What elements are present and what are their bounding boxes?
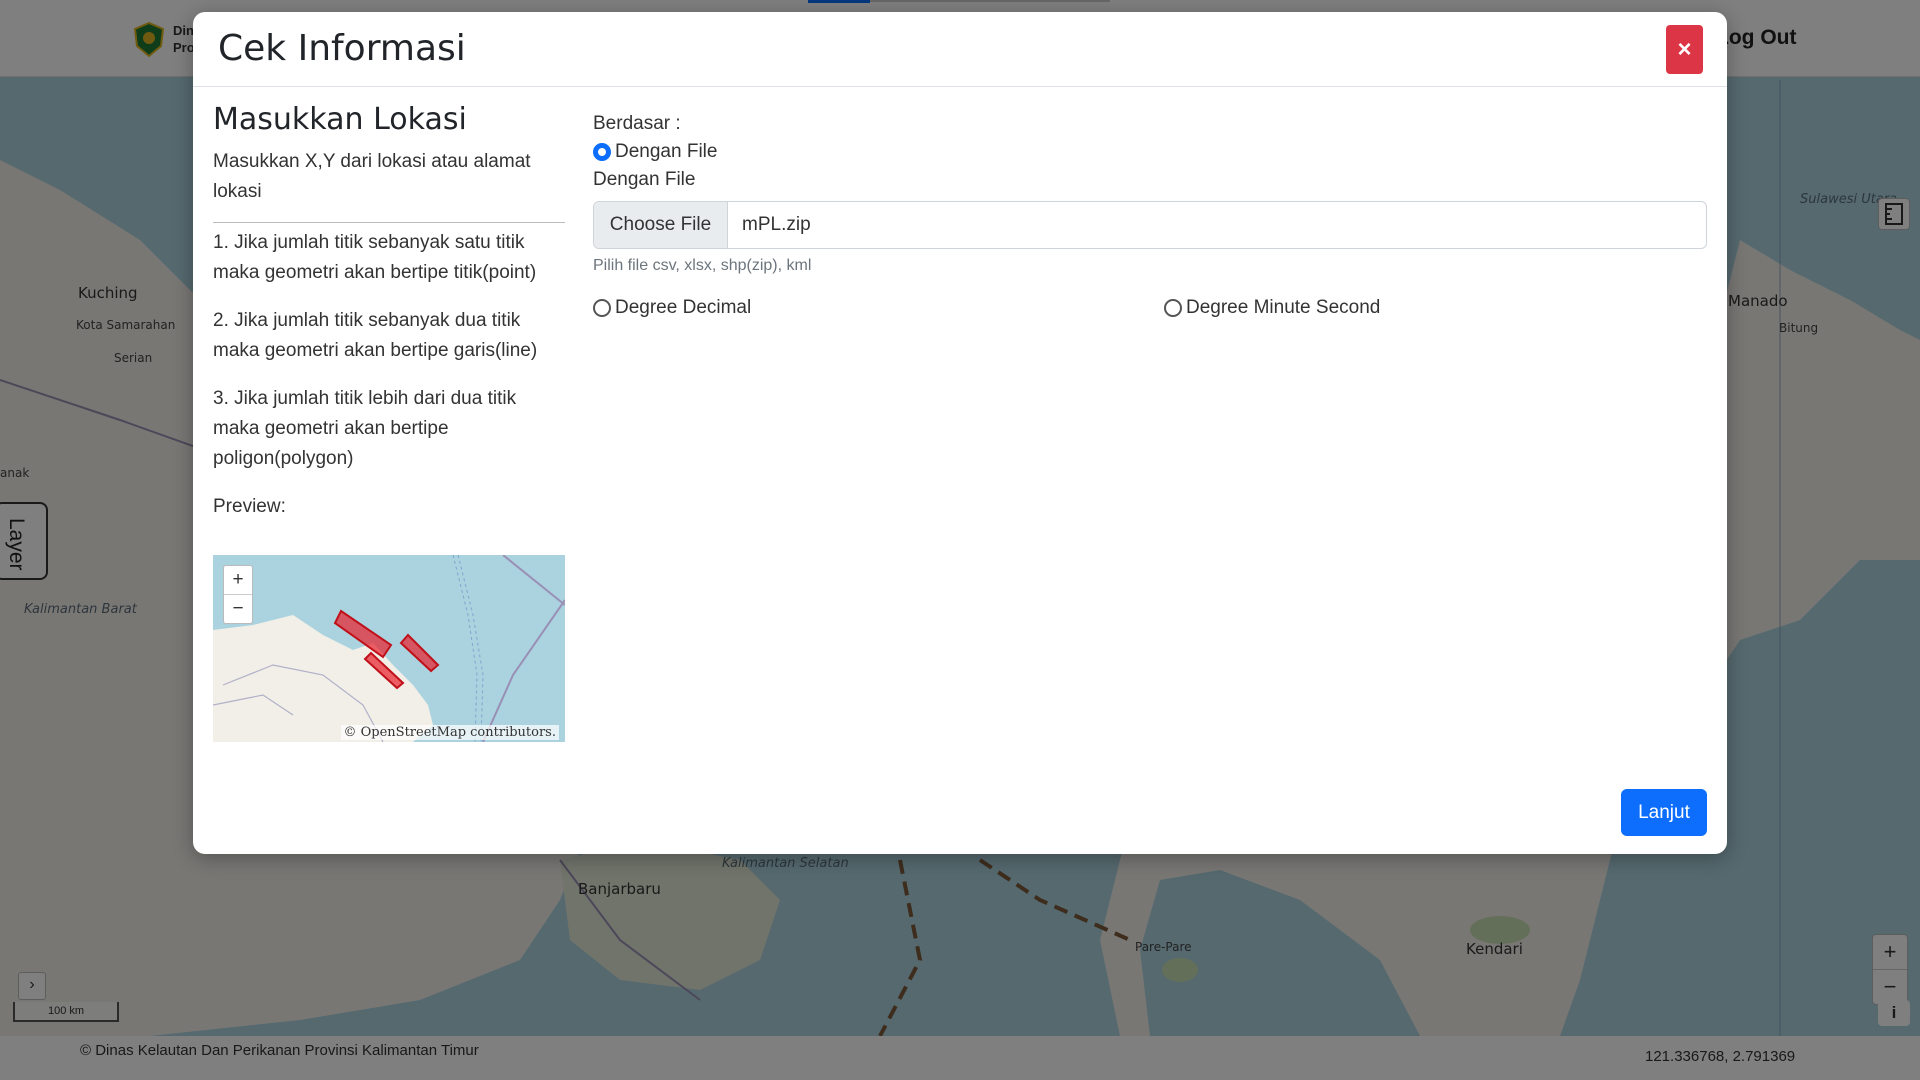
preview-attribution[interactable]: © OpenStreetMap contributors. bbox=[340, 725, 559, 740]
preview-zoom-out-button[interactable]: − bbox=[224, 595, 252, 623]
choose-file-button[interactable]: Choose File bbox=[594, 202, 728, 248]
radio-option-file[interactable]: Dengan File bbox=[593, 137, 1705, 167]
location-heading: Masukkan Lokasi bbox=[213, 102, 467, 137]
preview-map[interactable]: + − © OpenStreetMap contributors. bbox=[213, 555, 565, 742]
preview-zoom-in-button[interactable]: + bbox=[224, 566, 252, 595]
preview-map-canvas[interactable] bbox=[213, 555, 565, 742]
radio-dms-label[interactable]: Degree Minute Second bbox=[1186, 293, 1380, 323]
modal-header: Cek Informasi × bbox=[193, 12, 1727, 87]
rule-line: 2. Jika jumlah titik sebanyak dua titik … bbox=[213, 310, 538, 361]
location-instructions: Masukkan Lokasi Masukkan X,Y dari lokasi… bbox=[213, 102, 565, 522]
radio-decimal-icon[interactable] bbox=[593, 299, 611, 317]
preview-zoom-control: + − bbox=[223, 565, 253, 624]
lanjut-button[interactable]: Lanjut bbox=[1621, 789, 1707, 836]
radio-option-degree-minute-second[interactable]: Degree Minute Second bbox=[1164, 293, 1380, 323]
file-help-text: Pilih file csv, xlsx, shp(zip), kml bbox=[593, 257, 812, 274]
close-button[interactable]: × bbox=[1666, 25, 1703, 74]
preview-label: Preview: bbox=[213, 496, 286, 517]
modal-title: Cek Informasi bbox=[218, 28, 466, 69]
rule-polygon: 3. Jika jumlah titik lebih dari dua titi… bbox=[213, 388, 517, 469]
input-form: Berdasar : Dengan File Dengan File Choos… bbox=[593, 111, 1707, 323]
divider bbox=[213, 222, 565, 223]
radio-file-icon[interactable] bbox=[593, 143, 611, 161]
file-section-label: Dengan File bbox=[593, 169, 696, 190]
coordinate-format-options: Degree Decimal Degree Minute Second bbox=[593, 293, 1705, 323]
radio-decimal-label[interactable]: Degree Decimal bbox=[615, 293, 751, 323]
based-on-label: Berdasar : bbox=[593, 113, 681, 134]
selected-file-name: mPL.zip bbox=[742, 214, 811, 235]
file-input[interactable]: Choose File mPL.zip bbox=[593, 201, 1707, 249]
cek-informasi-modal: Cek Informasi × Masukkan Lokasi Masukkan… bbox=[193, 12, 1727, 854]
rule-point: 1. Jika jumlah titik sebanyak satu titik… bbox=[213, 232, 537, 283]
radio-dms-icon[interactable] bbox=[1164, 299, 1182, 317]
radio-file-label[interactable]: Dengan File bbox=[615, 137, 717, 167]
location-description: Masukkan X,Y dari lokasi atau alamat lok… bbox=[213, 151, 531, 202]
radio-option-degree-decimal[interactable]: Degree Decimal bbox=[593, 293, 751, 323]
